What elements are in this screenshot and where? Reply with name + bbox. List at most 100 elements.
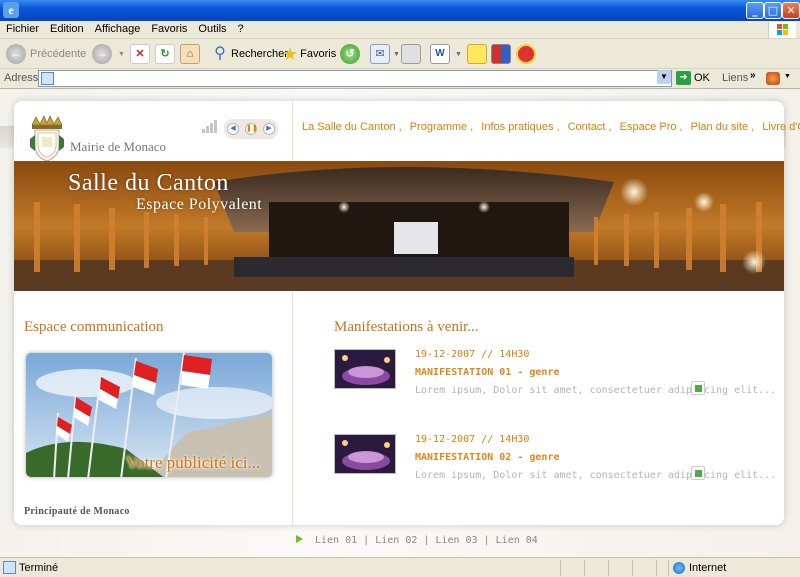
- research-icon: [491, 44, 511, 64]
- menu-help[interactable]: ?: [232, 21, 249, 35]
- address-bar: Adresse ▼ ➜ OK Liens » ▼: [0, 69, 800, 89]
- nav-contact[interactable]: Contact: [568, 121, 606, 133]
- event-more-icon[interactable]: [691, 381, 705, 395]
- globe-icon: [673, 562, 685, 574]
- nav-programme[interactable]: Programme: [410, 121, 467, 133]
- chevron-down-icon: ▼: [393, 50, 400, 58]
- maximize-button[interactable]: □: [764, 2, 782, 19]
- search-icon: ⚲: [214, 45, 226, 62]
- star-icon: ★: [282, 43, 299, 64]
- event-description: Lorem ipsum, Dolor sit amet, consectetue…: [415, 385, 777, 396]
- favorites-button[interactable]: ★ Favoris: [282, 43, 336, 65]
- chevron-down-icon: ▼: [455, 50, 462, 58]
- back-button[interactable]: ← Précédente ▼: [6, 43, 99, 65]
- footer-link-04[interactable]: Lien 04: [496, 535, 538, 546]
- address-input[interactable]: [38, 70, 672, 87]
- status-text: Terminé: [19, 562, 59, 574]
- browser-viewport: Mairie de Monaco ◀ ❚❚ ▶ La Salle du Cant…: [0, 89, 800, 557]
- home-button[interactable]: ⌂: [180, 43, 200, 65]
- espace-communication-heading: Espace communication: [24, 319, 164, 335]
- history-icon: ↺: [340, 44, 360, 64]
- footer-link-03[interactable]: Lien 03: [435, 535, 477, 546]
- page-icon: [41, 72, 54, 85]
- event-thumbnail[interactable]: [334, 434, 396, 474]
- advertising-banner[interactable]: Votre publicité ici...: [25, 352, 273, 478]
- event-more-icon[interactable]: [691, 466, 705, 480]
- footer-link-02[interactable]: Lien 02: [375, 535, 417, 546]
- event-date: 19-12-2007 // 14H30: [415, 434, 530, 445]
- word-icon: W: [430, 44, 450, 64]
- nav-la-salle[interactable]: La Salle du Canton: [302, 121, 396, 133]
- sound-level-icon: [202, 119, 220, 133]
- forward-button[interactable]: → ▼: [92, 43, 125, 65]
- double-chevron-icon[interactable]: »: [750, 70, 756, 81]
- window-titlebar[interactable]: e _ □ ✕: [0, 0, 800, 21]
- printer-icon: [401, 44, 421, 64]
- windows-logo-icon: [768, 22, 796, 38]
- nav-livre-dor[interactable]: Livre d'Or: [762, 121, 800, 133]
- previous-icon[interactable]: ◀: [227, 123, 239, 135]
- event-date: 19-12-2007 // 14H30: [415, 349, 530, 360]
- go-button[interactable]: ➜ OK: [676, 71, 710, 85]
- event-title[interactable]: MANIFESTATION 02 - genre: [415, 452, 560, 463]
- nav-infos-pratiques[interactable]: Infos pratiques: [481, 121, 553, 133]
- banner-title: Salle du Canton: [68, 170, 229, 196]
- status-bar: Terminé Internet: [0, 557, 800, 577]
- links-label[interactable]: Liens: [722, 72, 748, 84]
- links-extra-icon[interactable]: [766, 72, 780, 85]
- event-description: Lorem ipsum, Dolor sit amet, consectetue…: [415, 470, 777, 481]
- menu-fichier[interactable]: Fichier: [0, 21, 44, 35]
- event-title[interactable]: MANIFESTATION 01 - genre: [415, 367, 560, 378]
- history-button[interactable]: ↺: [340, 43, 360, 65]
- event-thumbnail[interactable]: [334, 349, 396, 389]
- research-button[interactable]: [491, 43, 511, 65]
- manifestations-heading: Manifestations à venir...: [334, 319, 479, 335]
- address-dropdown-icon[interactable]: ▼: [657, 70, 671, 84]
- browser-toolbar: ← Précédente ▼ → ▼ ✕ ↻ ⌂ ⚲ Rechercher ★ …: [0, 39, 800, 69]
- menu-edition[interactable]: Edition: [44, 21, 89, 35]
- print-button[interactable]: [401, 43, 421, 65]
- audio-player: ◀ ❚❚ ▶: [224, 119, 278, 139]
- note-icon: [467, 44, 487, 64]
- chevron-down-icon: ▼: [118, 50, 125, 58]
- search-button[interactable]: ⚲ Rechercher: [210, 43, 288, 65]
- stop-icon: ✕: [130, 44, 150, 64]
- menu-affichage[interactable]: Affichage: [89, 21, 146, 35]
- event-item: 19-12-2007 // 14H30 MANIFESTATION 02 - g…: [334, 434, 776, 494]
- footer-links: Lien 01 | Lien 02 | Lien 03 | Lien 04: [296, 535, 538, 546]
- next-icon[interactable]: ▶: [263, 123, 275, 135]
- footer-link-01[interactable]: Lien 01: [315, 535, 357, 546]
- discuss-button[interactable]: [467, 43, 487, 65]
- chevron-down-icon[interactable]: ▼: [784, 73, 791, 80]
- site-page: Mairie de Monaco ◀ ❚❚ ▶ La Salle du Cant…: [14, 101, 800, 525]
- close-button[interactable]: ✕: [782, 2, 800, 19]
- back-arrow-icon: ←: [6, 44, 26, 64]
- messenger-icon: [516, 44, 536, 64]
- mail-button[interactable]: ✉ ▼: [370, 43, 400, 65]
- refresh-button[interactable]: ↻: [155, 43, 175, 65]
- mairie-title: Mairie de Monaco: [70, 139, 167, 154]
- security-zone: Internet: [673, 562, 726, 574]
- edit-button[interactable]: W ▼: [430, 43, 462, 65]
- play-arrow-icon: [296, 535, 303, 543]
- ie-logo-icon: e: [3, 2, 19, 18]
- messenger-button[interactable]: [516, 43, 536, 65]
- hero-banner: Salle du Canton Espace Polyvalent: [14, 161, 784, 291]
- go-arrow-icon: ➜: [676, 71, 691, 85]
- home-icon: ⌂: [180, 44, 200, 64]
- event-item: 19-12-2007 // 14H30 MANIFESTATION 01 - g…: [334, 349, 776, 409]
- pause-icon[interactable]: ❚❚: [245, 123, 258, 135]
- forward-arrow-icon: →: [92, 44, 112, 64]
- banner-subtitle: Espace Polyvalent: [136, 196, 263, 213]
- stop-button[interactable]: ✕: [130, 43, 150, 65]
- nav-plan-du-site[interactable]: Plan du site: [691, 121, 748, 133]
- page-icon: [3, 561, 16, 574]
- minimize-button[interactable]: _: [746, 2, 764, 19]
- nav-espace-pro[interactable]: Espace Pro: [620, 121, 677, 133]
- main-nav: La Salle du Canton, Programme, Infos pra…: [302, 121, 800, 133]
- principaute-footer-text: Principauté de Monaco: [24, 506, 130, 517]
- mail-icon: ✉: [370, 44, 390, 64]
- menu-outils[interactable]: Outils: [192, 21, 231, 35]
- menu-favoris[interactable]: Favoris: [145, 21, 192, 35]
- monaco-crest-logo[interactable]: [28, 115, 66, 163]
